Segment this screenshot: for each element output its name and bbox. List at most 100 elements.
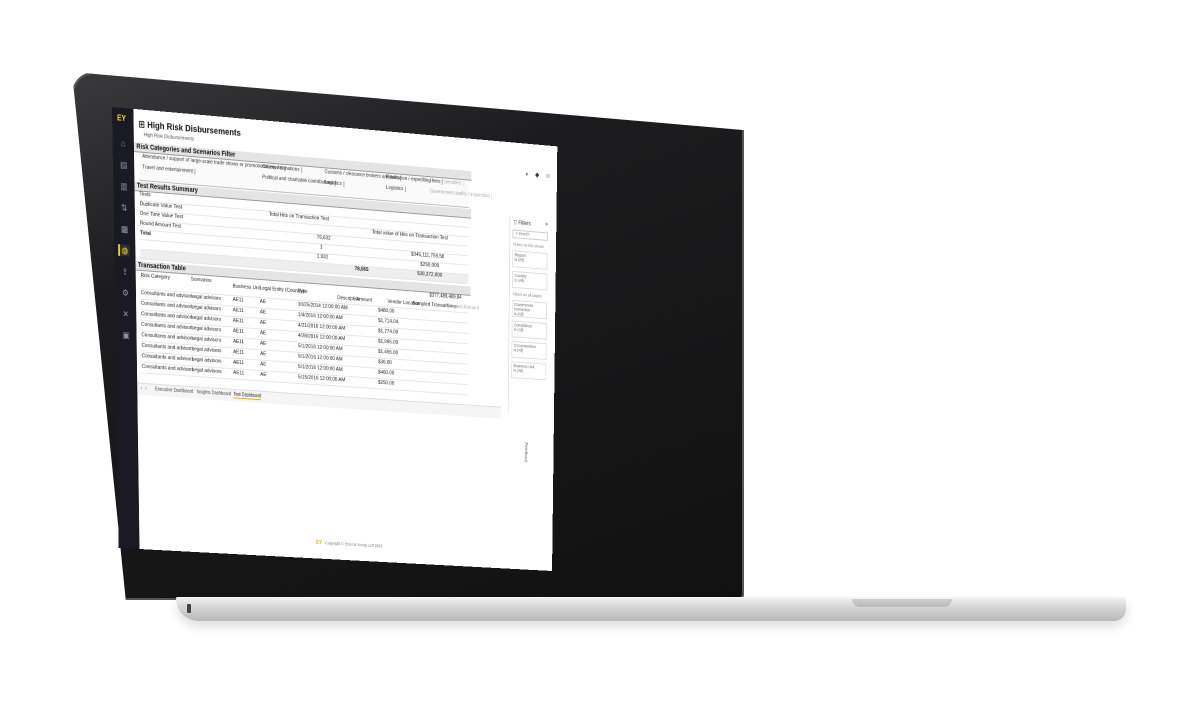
cell-hits: 76,632 (316, 234, 331, 242)
cell-amt: $1,714.04 (378, 318, 399, 326)
tools-icon[interactable]: ✕ (121, 308, 131, 320)
filter-card-value: is (All) (514, 277, 525, 284)
toggle-icon[interactable]: ◐ (526, 171, 529, 178)
cell-amt: $480.00 (378, 307, 395, 315)
user-icon[interactable]: ☺ (545, 173, 551, 180)
dashboard-icon[interactable]: ▦ (119, 223, 129, 235)
collapse-icon[interactable]: » (545, 222, 548, 228)
column-header[interactable]: Sampled Amount (445, 303, 479, 311)
cell-scn: Legal advisors (191, 356, 222, 365)
settings-icon[interactable]: ⚙ (120, 287, 130, 299)
tab-insights-dashboard[interactable]: Insights Dashboard (197, 389, 231, 397)
cell-le: AE (260, 371, 267, 378)
search-icon: ⌕ (515, 230, 518, 236)
cell-scn: Legal advisors (191, 346, 222, 355)
cell-bu: AE11 (233, 359, 245, 367)
tab-executive-dashboard[interactable]: Executive Dashboard (155, 387, 193, 395)
filters-visual-heading: Filters on this visual (513, 241, 544, 249)
filter-card[interactable]: Government Interaction is (All) (511, 299, 548, 320)
cell-scn: Legal advisors (191, 335, 222, 344)
title-icon: ⊞ (138, 119, 146, 131)
filter-card[interactable]: Circumvention is (All) (511, 340, 547, 361)
cell-bu: AE11 (232, 317, 244, 325)
document-icon[interactable]: ▣ (121, 329, 131, 341)
cell-amt: $36.00 (378, 359, 392, 366)
filters-title: ▽ Filters » (513, 219, 550, 229)
home-icon[interactable]: ⌂ (118, 137, 128, 150)
filter-search-placeholder: Search (518, 231, 530, 237)
filters-pane: ▽ Filters » ⌕ Search Filters on this vis… (507, 216, 551, 417)
cell-value: $38,372,000 (417, 271, 443, 279)
filter-card[interactable]: Region is (All) (512, 250, 548, 270)
page-header: ⊞ High Risk Disbursements High Risk Disb… (138, 119, 240, 146)
column-header[interactable]: Scenarios (191, 277, 212, 284)
notification-icon[interactable]: ◆ (535, 172, 539, 179)
tab-prev-icon[interactable]: ‹ (140, 386, 141, 392)
ey-logo: EY (117, 113, 126, 123)
cell-bu: AE11 (232, 307, 244, 314)
filter-search-input[interactable]: ⌕ Search (512, 229, 548, 241)
cell-scn: Legal advisors (191, 314, 222, 323)
filter-card[interactable]: Country is (All) (512, 270, 548, 291)
filter-item[interactable]: Travel and entertainment (140, 164, 196, 175)
filter-card[interactable]: Compliance is (All) (511, 320, 547, 340)
upload-icon[interactable]: ⇪ (120, 266, 130, 278)
filters-page-heading: Filters on all pages (512, 291, 542, 299)
cell-amt: $1,455.00 (378, 349, 399, 357)
filter-item[interactable]: Government audits / inspection (428, 188, 493, 200)
cell-value: $345,111,759.58 (410, 251, 445, 260)
cell-scn: Legal advisors (191, 367, 222, 375)
cell-bu: AE11 (233, 349, 245, 356)
main-content: ⊞ High Risk Disbursements High Risk Disb… (133, 108, 558, 571)
cell-le: AE (260, 340, 267, 347)
cell-bu: AE11 (232, 296, 244, 304)
cell-hits: 1 (319, 244, 323, 251)
cell-le: AE (259, 319, 267, 327)
cell-scn: Legal advisors (191, 304, 222, 313)
chart-icon[interactable]: ▥ (119, 180, 129, 193)
feedback-button[interactable]: Feedback (523, 442, 528, 462)
ey-footer-logo: EY (315, 540, 323, 546)
analytics-icon[interactable]: ⇅ (119, 202, 129, 214)
cell-amt: $460.00 (378, 369, 395, 377)
filters-title-text: Filters (518, 220, 531, 228)
cell-scn: Legal advisors (191, 325, 222, 334)
cell-le: AE (259, 330, 267, 337)
cell-le: AE (259, 298, 266, 306)
app-screen: EY ⌂ ▤ ▥ ⇅ ▦ ◍ ⇪ ⚙ ✕ ▣ ⊞ High Risk Disbu… (112, 107, 558, 571)
tab-next-icon[interactable]: › (145, 386, 146, 392)
filter-item[interactable]: Charity / donations (260, 163, 302, 174)
filter-item[interactable]: Fines / penalties (428, 178, 465, 187)
filter-icon: ▽ (513, 220, 518, 227)
cell-scn: Legal advisors (190, 293, 221, 302)
filter-item[interactable]: Logistics (384, 184, 406, 193)
cell-amt: $1,774.00 (378, 328, 399, 336)
cell-bu: AE11 (232, 328, 244, 335)
cell-amt: $250.00 (377, 379, 395, 387)
column-header[interactable]: Date (298, 288, 308, 294)
report-icon[interactable]: ▤ (119, 159, 129, 172)
cell-le: AE (260, 361, 267, 368)
cell-bu: AE11 (232, 338, 244, 346)
cell-amt: $1,995.00 (378, 338, 399, 346)
laptop-led (187, 604, 191, 613)
cell-le: AE (259, 309, 267, 316)
filter-item[interactable]: Logistics (322, 179, 345, 188)
column-header[interactable]: Risk Category (141, 273, 171, 281)
cell-test: Total (139, 230, 151, 238)
laptop-base (176, 597, 1126, 621)
cell-value: $250,000 (420, 261, 440, 269)
copyright: Copyright © Ernst & Young LLP 2022 (325, 540, 383, 549)
cell-hits: 1,932 (316, 253, 329, 261)
tab-test-dashboard[interactable]: Test Dashboard (233, 391, 262, 401)
column-header[interactable]: Amount (356, 297, 372, 304)
total-hits: 78,565 (354, 266, 369, 273)
database-icon[interactable]: ◍ (118, 244, 130, 257)
filter-card-value: is (All) (514, 257, 525, 263)
column-header[interactable]: Business Unit (233, 284, 261, 292)
header-icons: ◐ ◆ ☺ (521, 170, 551, 180)
laptop-notch (852, 599, 952, 607)
filter-card[interactable]: Business Unit is (All) (511, 361, 547, 381)
cell-le: AE (260, 351, 267, 358)
column-header: Tests (139, 191, 151, 199)
